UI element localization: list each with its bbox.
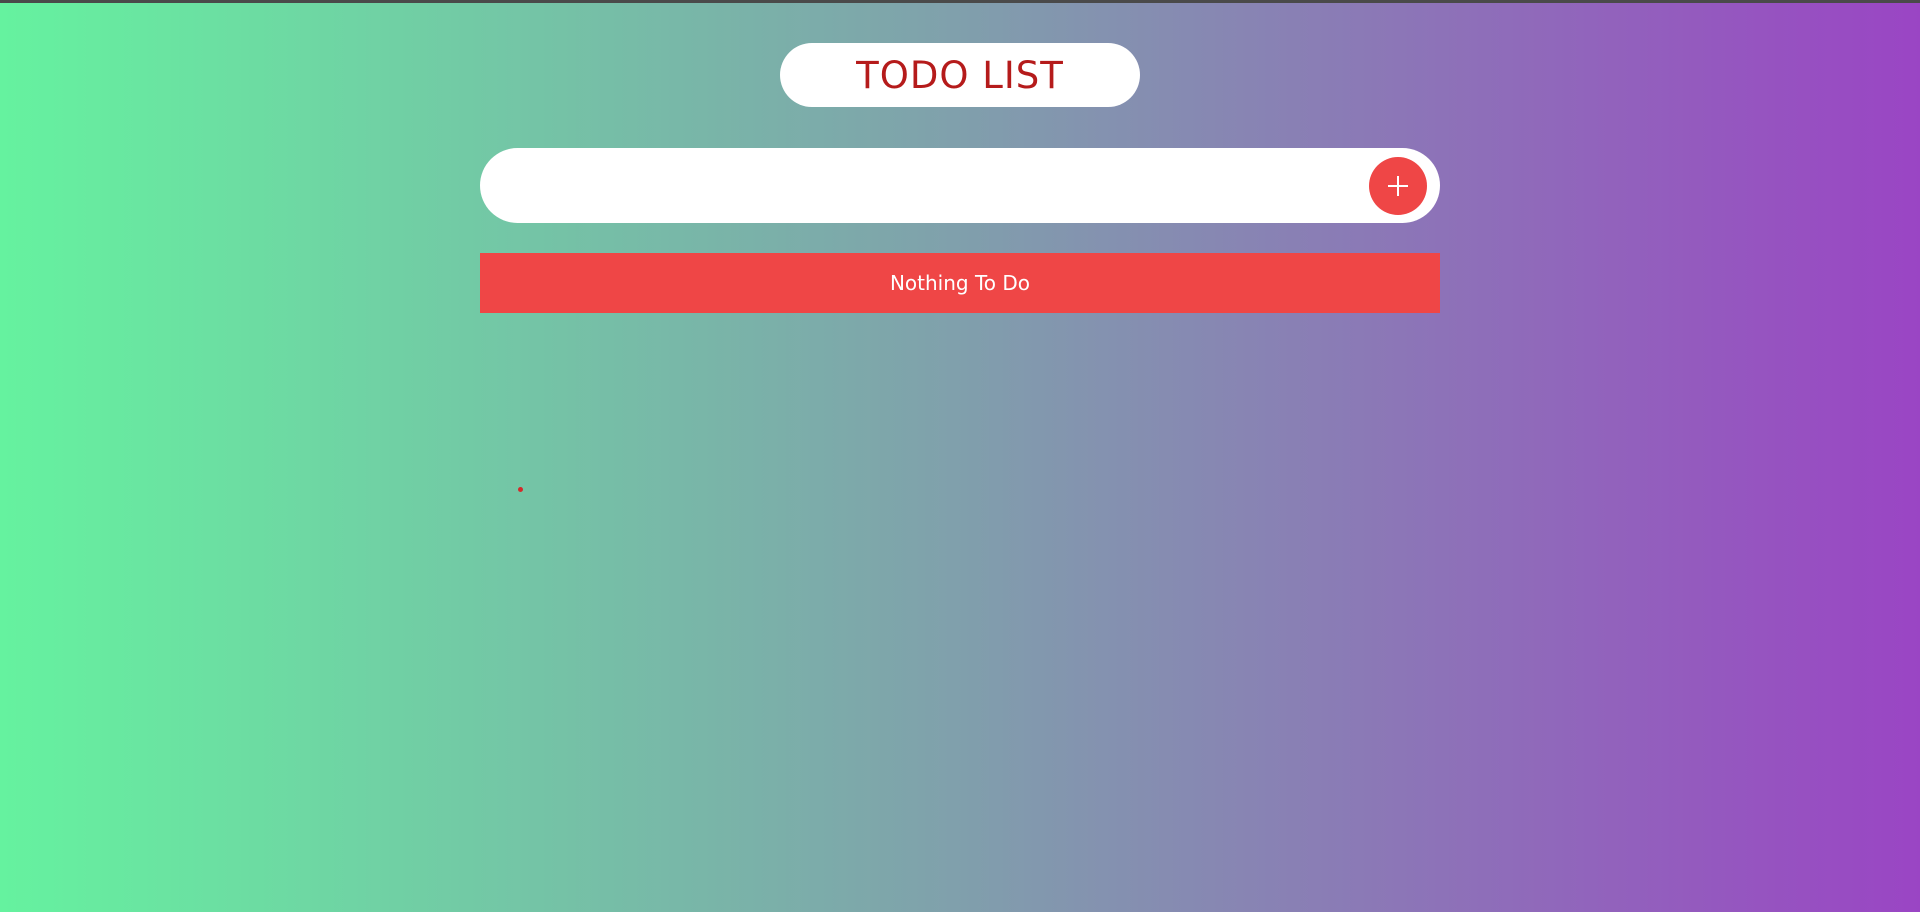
app-title: TODO LIST [856,53,1064,97]
add-todo-button[interactable] [1369,157,1427,215]
app-title-container: TODO LIST [780,43,1140,107]
decorative-dot [518,487,523,492]
plus-icon [1388,176,1408,196]
empty-list-banner: Nothing To Do [480,253,1440,313]
todo-input-bar [480,148,1440,223]
window-top-border [0,0,1920,3]
todo-input[interactable] [510,160,1344,212]
empty-list-message: Nothing To Do [889,271,1031,295]
